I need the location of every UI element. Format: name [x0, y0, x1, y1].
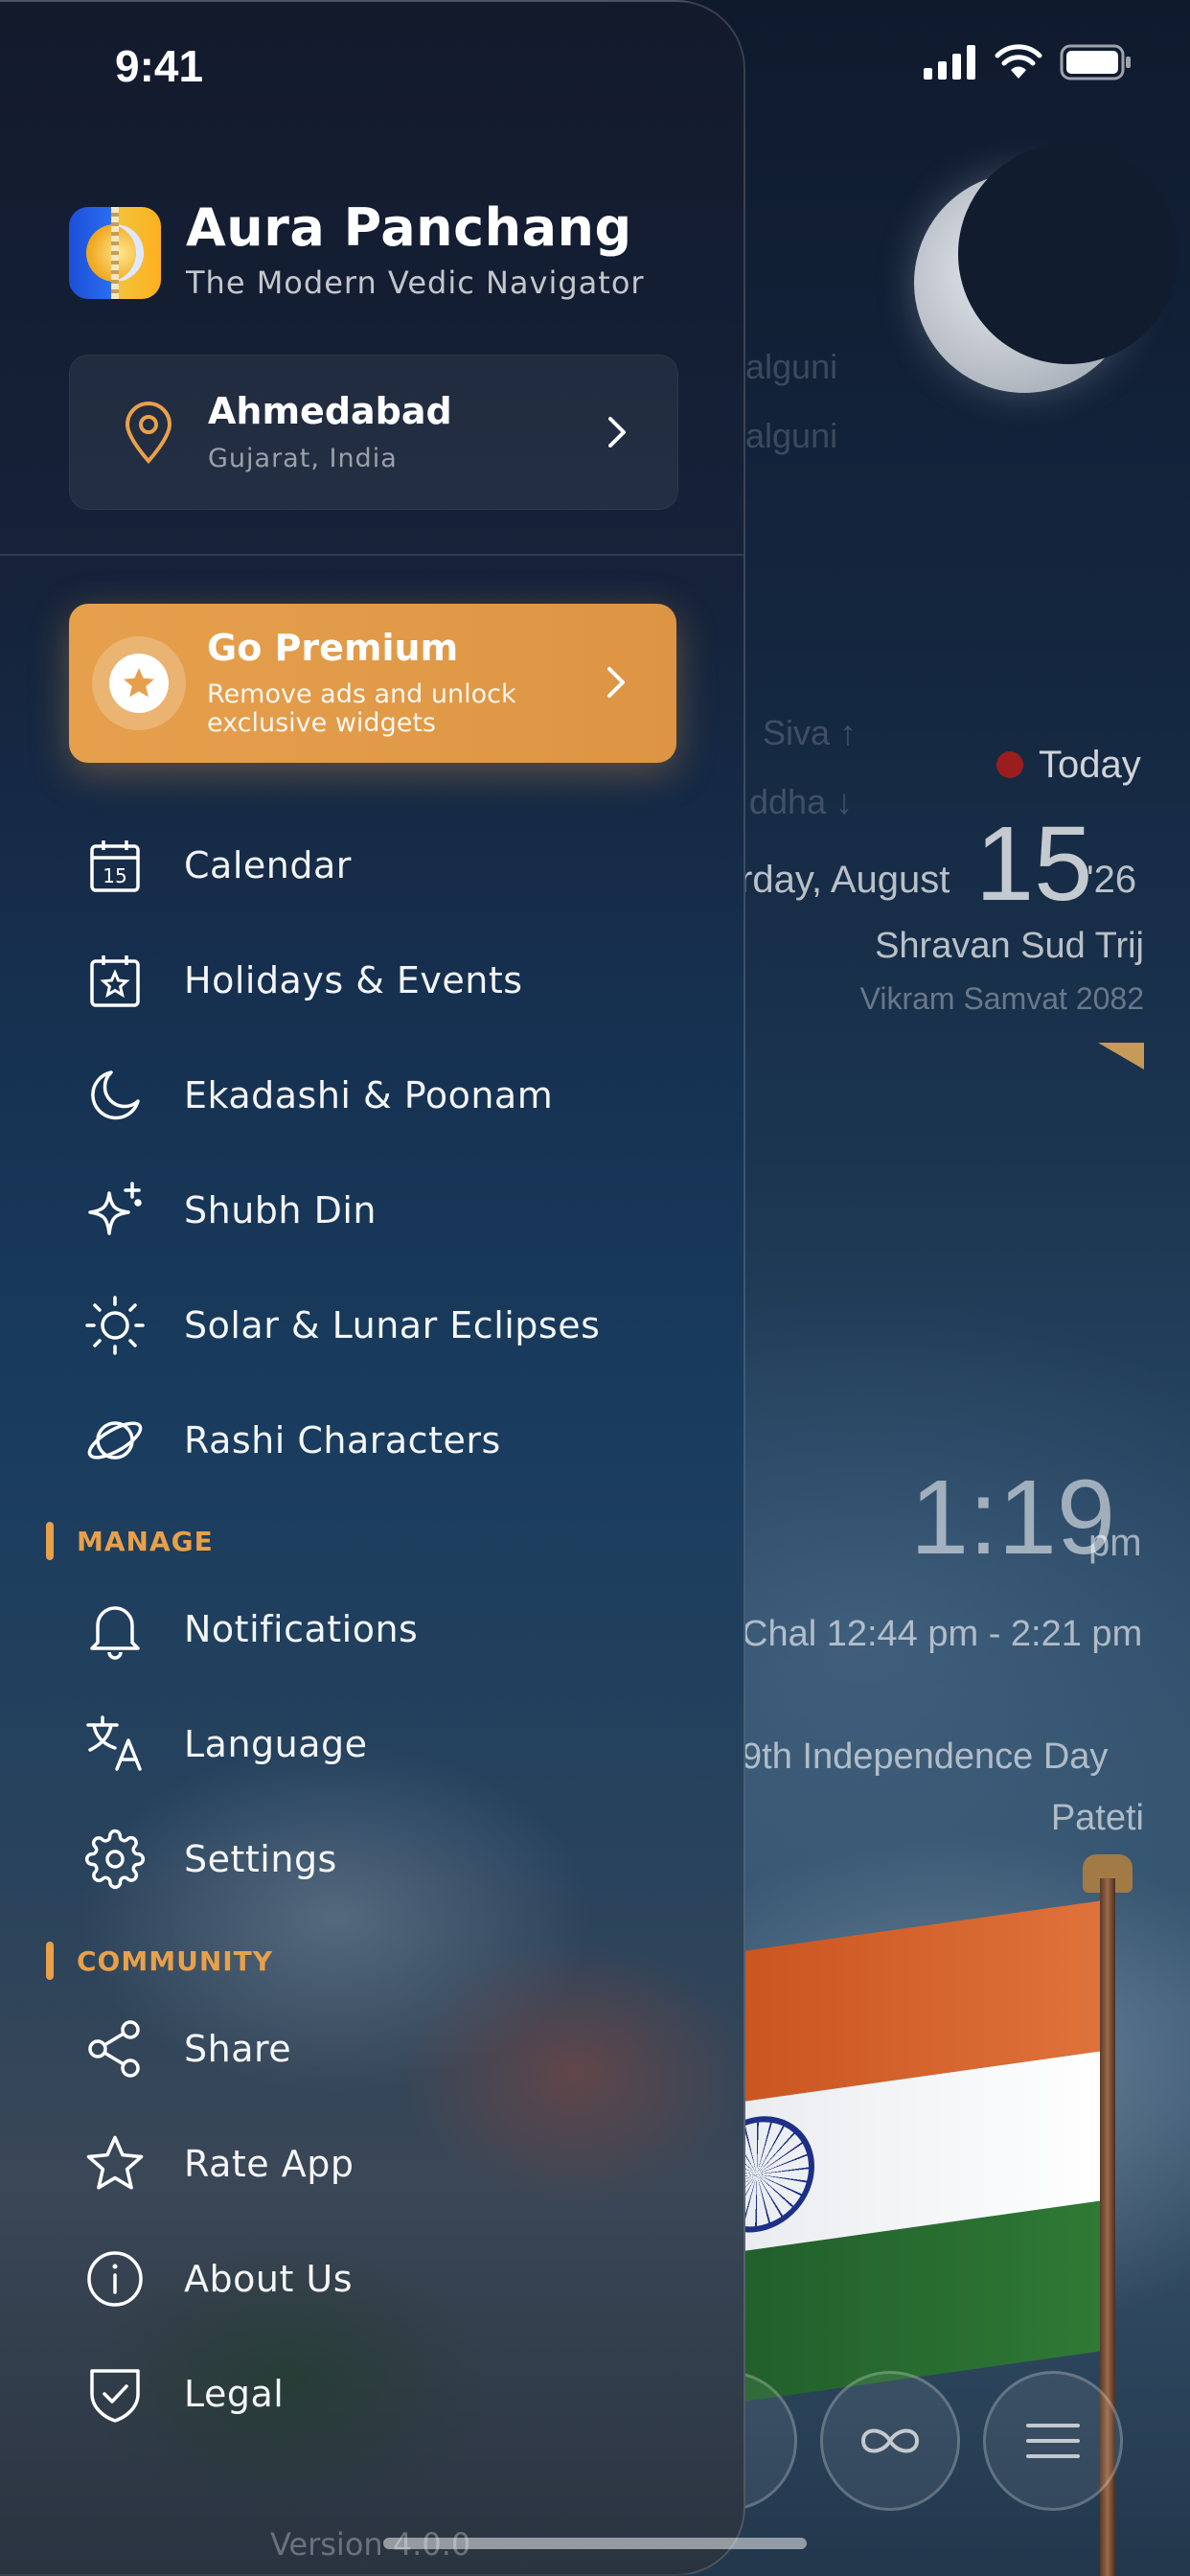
menu-item-label: Language: [184, 1723, 368, 1765]
menu-item-label: Rate App: [184, 2143, 355, 2185]
today-label: Today: [1039, 744, 1141, 786]
sparkle-icon: [88, 1182, 142, 1235]
gear-icon: [85, 1829, 145, 1889]
bell-icon: [90, 1606, 140, 1660]
app-title: Aura Panchang: [186, 197, 632, 258]
star-badge-icon: [124, 668, 154, 698]
faded-text-2: algunі: [745, 416, 838, 455]
menu-item-settings[interactable]: Settings: [77, 1811, 690, 1907]
community-section-header: COMMUNITY: [46, 1942, 273, 1980]
menu-item-ekadashi-poonam[interactable]: Ekadashi & Poonam: [77, 1047, 690, 1143]
calendar-icon: 15: [90, 840, 140, 892]
premium-subtitle: Remove ads and unlock exclusive widgets: [207, 679, 516, 738]
premium-badge: [92, 636, 186, 730]
menu-item-label: Legal: [184, 2373, 285, 2415]
menu-item-label: Shubh Din: [184, 1189, 377, 1231]
menu-item-about-us[interactable]: About Us: [77, 2231, 690, 2327]
app-logo-icon: [69, 207, 161, 299]
chevron-right-icon: [607, 667, 625, 698]
location-region: Gujarat, India: [208, 444, 398, 473]
translate-icon: [86, 1715, 142, 1771]
menu-item-label: Share: [184, 2028, 292, 2070]
faded-text-1: algunі: [745, 347, 838, 386]
menu-item-label: About Us: [184, 2258, 354, 2300]
premium-title: Go Premium: [207, 627, 459, 669]
date-year: '26: [1087, 859, 1137, 901]
navigation-drawer: 9:41 Aura Panchang The Modern Vedic Navi…: [0, 0, 745, 2576]
status-time: 9:41: [115, 41, 204, 91]
menu-button[interactable]: [983, 2371, 1123, 2511]
location-card[interactable]: Ahmedabad Gujarat, India: [69, 355, 678, 510]
menu-item-label: Calendar: [184, 844, 352, 886]
share-icon: [88, 2020, 140, 2078]
hamburger-icon: [1026, 2424, 1080, 2458]
today-dot: [996, 751, 1023, 778]
tithi-text: Shravan Sud Trij: [875, 926, 1144, 966]
menu-item-language[interactable]: Language: [77, 1696, 690, 1792]
infinity-button[interactable]: [820, 2371, 960, 2511]
choghadiya-text: Chal 12:44 pm - 2:21 pm: [742, 1614, 1143, 1654]
menu-item-calendar[interactable]: 15 Calendar: [77, 817, 690, 913]
status-icons: [924, 44, 1133, 80]
clock-period: pm: [1088, 1522, 1142, 1564]
event-text-1: 9th Independence Day: [742, 1736, 1109, 1777]
samvat-text: Vikram Samvat 2082: [859, 981, 1144, 1016]
menu-item-eclipses[interactable]: Solar & Lunar Eclipses: [77, 1277, 690, 1373]
date-day: 15: [975, 805, 1093, 923]
battery-icon: [1060, 44, 1131, 80]
menu-item-shubh-din[interactable]: Shubh Din: [77, 1162, 690, 1258]
event-text-2: Pateti: [1050, 1798, 1144, 1838]
menu-item-legal[interactable]: Legal: [77, 2346, 690, 2442]
clock-time: 1:19: [910, 1459, 1116, 1576]
menu-item-rate-app[interactable]: Rate App: [77, 2116, 690, 2212]
menu-item-label: Settings: [184, 1838, 337, 1880]
signal-icon: [924, 45, 975, 80]
menu-item-label: Holidays & Events: [184, 959, 523, 1001]
date-weekday: rday, August: [740, 859, 950, 901]
star-icon: [86, 2135, 144, 2190]
infinity-icon: [860, 2428, 920, 2453]
calendar-star-icon: [90, 955, 140, 1007]
menu-item-notifications[interactable]: Notifications: [77, 1581, 690, 1677]
india-flag-image: [699, 1898, 1111, 2404]
section-title: MANAGE: [77, 1525, 214, 1557]
menu-item-label: Ekadashi & Poonam: [184, 1074, 554, 1116]
moon-icon: [91, 1070, 140, 1120]
location-city: Ahmedabad: [208, 390, 452, 432]
faded-text-3: Siva ↑: [763, 713, 858, 752]
planet-icon: [87, 1421, 143, 1460]
menu-item-share[interactable]: Share: [77, 2001, 690, 2097]
wifi-icon: [995, 44, 1042, 79]
faded-text-4: ddha ↓: [749, 782, 854, 821]
svg-text:15: 15: [103, 864, 126, 887]
menu-item-rashi-characters[interactable]: Rashi Characters: [77, 1392, 690, 1488]
menu-item-label: Rashi Characters: [184, 1419, 501, 1461]
corner-fold-icon: [1098, 1043, 1144, 1070]
chevron-right-icon: [608, 417, 626, 448]
menu-item-label: Solar & Lunar Eclipses: [184, 1304, 601, 1346]
menu-item-label: Notifications: [184, 1608, 419, 1650]
info-icon: [87, 2251, 143, 2307]
shield-check-icon: [90, 2369, 140, 2423]
location-pin-icon: [125, 402, 172, 464]
home-indicator[interactable]: [383, 2538, 807, 2549]
app-subtitle: The Modern Vedic Navigator: [186, 264, 645, 301]
menu-item-holidays-events[interactable]: Holidays & Events: [77, 932, 690, 1028]
manage-section-header: MANAGE: [46, 1522, 214, 1560]
sun-icon: [85, 1296, 145, 1355]
drawer-divider: [0, 554, 744, 556]
section-title: COMMUNITY: [77, 1944, 274, 1977]
go-premium-button[interactable]: Go Premium Remove ads and unlock exclusi…: [69, 604, 676, 763]
